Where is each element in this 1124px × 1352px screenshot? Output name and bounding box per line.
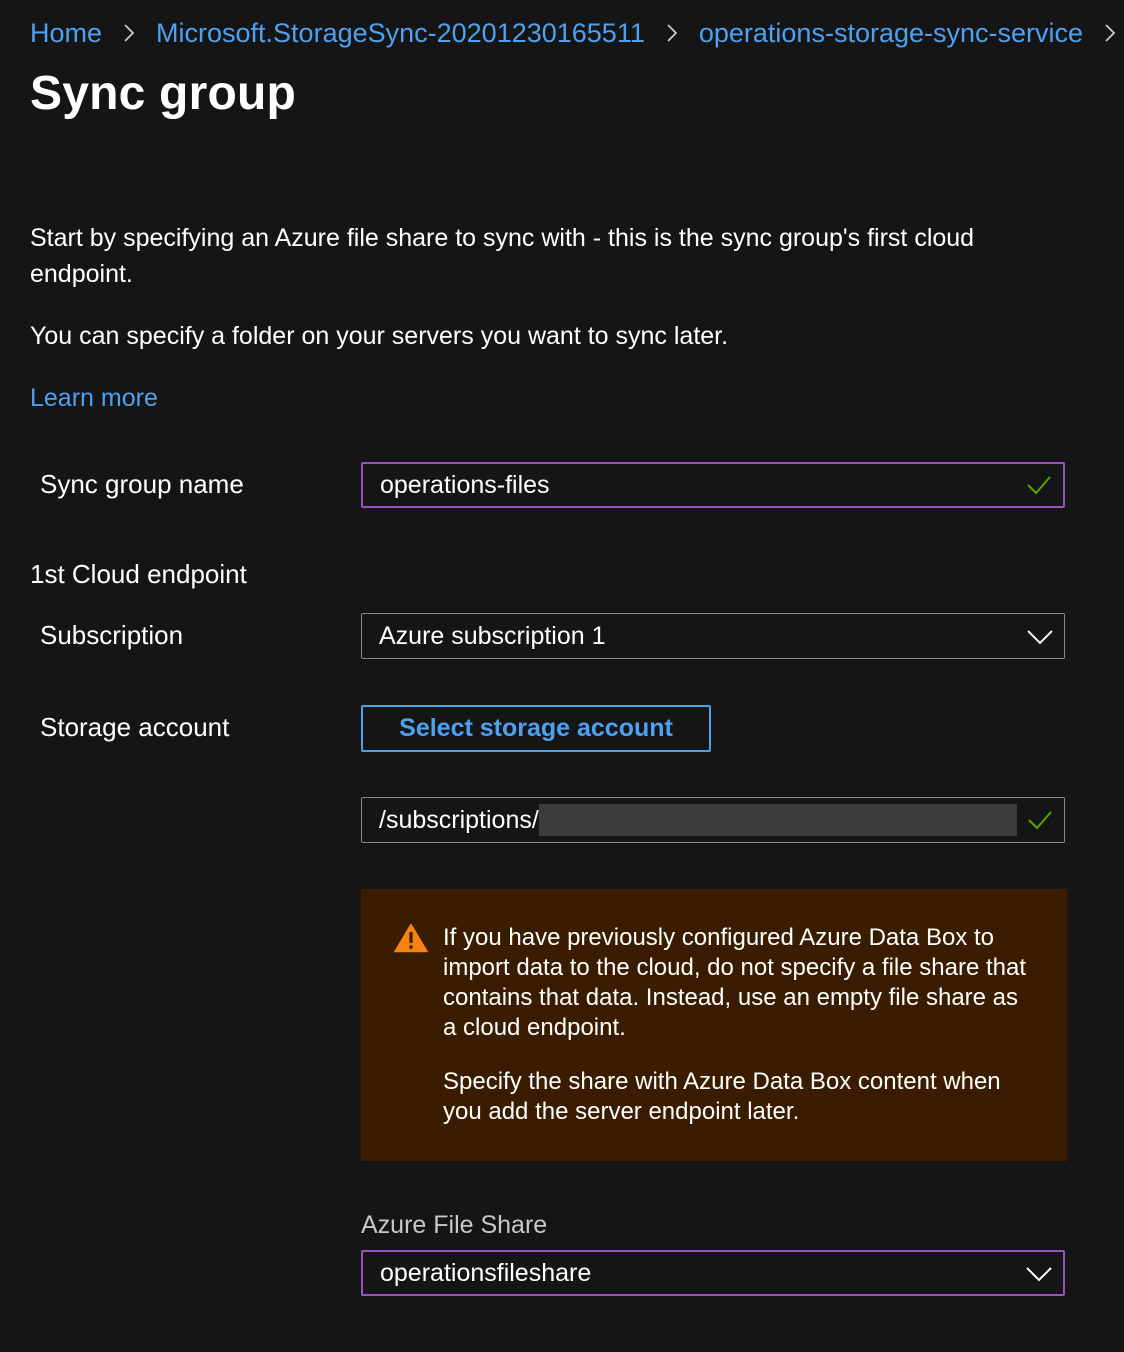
subscription-value: Azure subscription 1 bbox=[379, 621, 606, 650]
intro-text: Start by specifying an Azure file share … bbox=[30, 224, 975, 288]
chevron-right-icon bbox=[1099, 22, 1121, 44]
chevron-right-icon bbox=[661, 22, 683, 44]
breadcrumb-storage-sync[interactable]: Microsoft.StorageSync-20201230165511 bbox=[156, 18, 645, 49]
warning-paragraph: Specify the share with Azure Data Box co… bbox=[443, 1068, 1001, 1125]
breadcrumb-home[interactable]: Home bbox=[30, 18, 102, 49]
sync-group-name-input[interactable]: operations-files bbox=[361, 462, 1065, 508]
redacted-subscription-id bbox=[538, 804, 1017, 836]
sync-group-name-value: operations-files bbox=[380, 470, 550, 499]
checkmark-icon bbox=[1026, 806, 1054, 834]
select-storage-account-button[interactable]: Select storage account bbox=[361, 705, 711, 752]
warning-paragraph: If you have previously configured Azure … bbox=[443, 924, 1027, 1041]
chevron-right-icon bbox=[118, 22, 140, 44]
cloud-endpoint-heading: 1st Cloud endpoint bbox=[30, 559, 247, 589]
learn-more-link[interactable]: Learn more bbox=[30, 380, 158, 416]
data-box-warning: If you have previously configured Azure … bbox=[361, 889, 1067, 1161]
sync-group-name-label: Sync group name bbox=[40, 469, 244, 499]
breadcrumb-sync-service[interactable]: operations-storage-sync-service bbox=[699, 18, 1083, 49]
chevron-down-icon bbox=[1026, 622, 1054, 650]
sync-group-page: Home Microsoft.StorageSync-2020123016551… bbox=[0, 0, 1124, 1352]
warning-icon bbox=[394, 923, 428, 953]
subscription-dropdown[interactable]: Azure subscription 1 bbox=[361, 613, 1065, 659]
azure-file-share-dropdown[interactable]: operationsfileshare bbox=[361, 1250, 1065, 1296]
checkmark-icon bbox=[1025, 471, 1053, 499]
breadcrumb: Home Microsoft.StorageSync-2020123016551… bbox=[30, 14, 1124, 52]
page-title: Sync group bbox=[30, 67, 297, 120]
intro-text-secondary: You can specify a folder on your servers… bbox=[30, 322, 729, 350]
chevron-down-icon bbox=[1025, 1259, 1053, 1287]
storage-account-label: Storage account bbox=[40, 712, 230, 742]
subscription-label: Subscription bbox=[40, 620, 184, 650]
storage-account-path-prefix: /subscriptions/ bbox=[379, 805, 539, 834]
azure-file-share-value: operationsfileshare bbox=[380, 1258, 592, 1287]
storage-account-path-field[interactable]: /subscriptions/ bbox=[361, 797, 1065, 843]
azure-file-share-label: Azure File Share bbox=[361, 1211, 548, 1239]
